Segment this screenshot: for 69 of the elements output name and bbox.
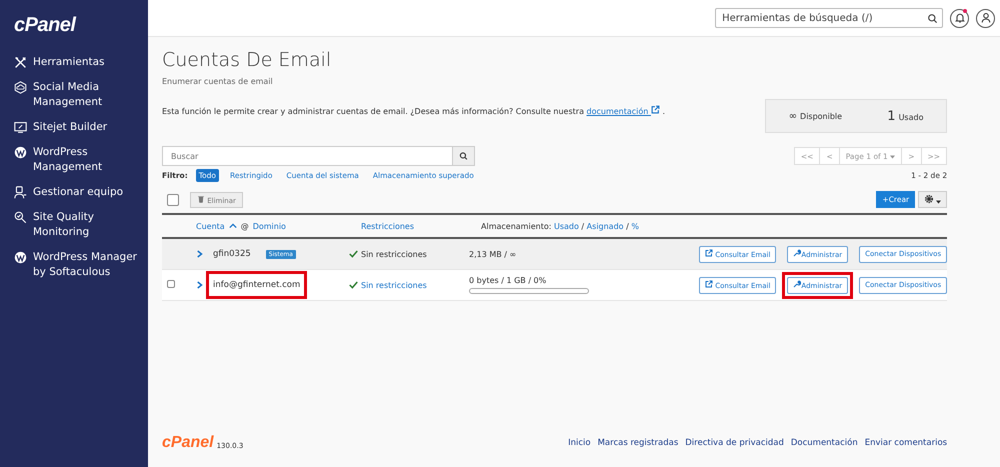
user-icon	[980, 12, 992, 24]
sort-up-icon	[228, 223, 237, 229]
restrictions-status: Sin restricciones	[361, 250, 427, 258]
external-link-icon	[705, 280, 713, 288]
restrictions-status[interactable]: Sin restricciones	[361, 280, 427, 290]
tools-icon	[14, 56, 27, 69]
separator: /	[626, 222, 629, 230]
storage-usage: 0 bytes / 1 GB / 0%	[469, 276, 548, 285]
stat-value: ∞	[788, 110, 798, 122]
people-icon	[14, 186, 27, 199]
intro-text: Esta función le permite crear y administrar cuentas de email. ¿Desea más información? Consulte nuestra documentación .	[162, 105, 666, 116]
check-icon	[349, 250, 358, 258]
cpanel-logo: cPanel	[13, 14, 78, 38]
wordpress-icon	[14, 146, 27, 159]
sidebar-item[interactable]: Site Quality Monitoring	[0, 206, 148, 246]
column-header: Almacenamiento:	[481, 222, 552, 230]
sidebar-item[interactable]: Gestionar equipo	[0, 181, 148, 206]
separator: /	[581, 222, 584, 230]
search-button[interactable]	[452, 147, 474, 165]
wordpress-icon	[14, 251, 27, 264]
footer-link[interactable]: Marcas registradas	[598, 438, 678, 448]
settings-icon	[924, 194, 934, 204]
search-icon	[459, 151, 468, 161]
caret-icon	[936, 200, 942, 204]
search-field[interactable]: Herramientas de búsqueda (/)	[715, 8, 944, 28]
monitor-icon	[14, 121, 27, 134]
footer-link[interactable]: Directiva de privacidad	[685, 438, 784, 448]
trash-icon	[197, 194, 205, 202]
sidebar-item[interactable]: WordPress Management	[0, 141, 148, 181]
footer-link[interactable]: Documentación	[790, 438, 858, 448]
user-button[interactable]	[976, 8, 996, 28]
restrictions-sort-link[interactable]: Restricciones	[361, 222, 414, 230]
search-field[interactable]: Buscar	[162, 146, 475, 166]
assigned-sort-link[interactable]: Asignado	[586, 222, 624, 230]
footer-link[interactable]: Enviar comentarios	[864, 438, 948, 448]
sidebar-item[interactable]: Herramientas	[0, 51, 148, 76]
expand-chevron-icon[interactable]	[197, 281, 203, 289]
cloud-hexagon-icon	[14, 81, 27, 94]
sidebar-item[interactable]: WordPress Manager by Softaculous	[0, 246, 148, 286]
footer-link[interactable]: Inicio	[568, 438, 591, 448]
used-sort-link[interactable]: Usado	[554, 222, 579, 230]
cpanel-logo: cPanel	[162, 434, 214, 452]
documentation-link[interactable]: documentación	[586, 107, 660, 116]
page-subtitle: Enumerar cuentas de email	[162, 77, 274, 86]
account-sort-link[interactable]: Cuenta	[196, 222, 225, 230]
bell-icon	[954, 12, 966, 24]
magnifier-icon	[14, 211, 27, 224]
storage-usage: 2,13 MB / ∞	[469, 250, 518, 258]
caret-icon	[890, 154, 896, 158]
account-name: gfin0325	[212, 248, 252, 261]
account-name: info@gfinternet.com	[206, 271, 308, 299]
row-checkbox[interactable]	[167, 280, 175, 288]
sidebar-item[interactable]: Social Media Management	[0, 76, 148, 116]
check-icon	[349, 281, 358, 289]
expand-chevron-icon[interactable]	[197, 250, 203, 258]
at-sign: @	[240, 222, 249, 230]
select-all-checkbox[interactable]	[167, 194, 179, 206]
sidebar-item[interactable]: Sitejet Builder	[0, 116, 148, 141]
external-link-icon	[650, 105, 660, 114]
percent-sort-link[interactable]: %	[631, 222, 639, 230]
notifications-button[interactable]	[950, 8, 970, 28]
settings-button[interactable]	[918, 191, 948, 208]
stat-label: Usado	[898, 112, 924, 122]
page-title: Cuentas De Email	[162, 49, 332, 71]
stat-label: Disponible	[800, 112, 842, 120]
search-icon	[927, 12, 938, 24]
stat-value: 1	[887, 108, 896, 124]
domain-sort-link[interactable]: Dominio	[252, 222, 286, 230]
external-link-icon	[705, 249, 713, 257]
